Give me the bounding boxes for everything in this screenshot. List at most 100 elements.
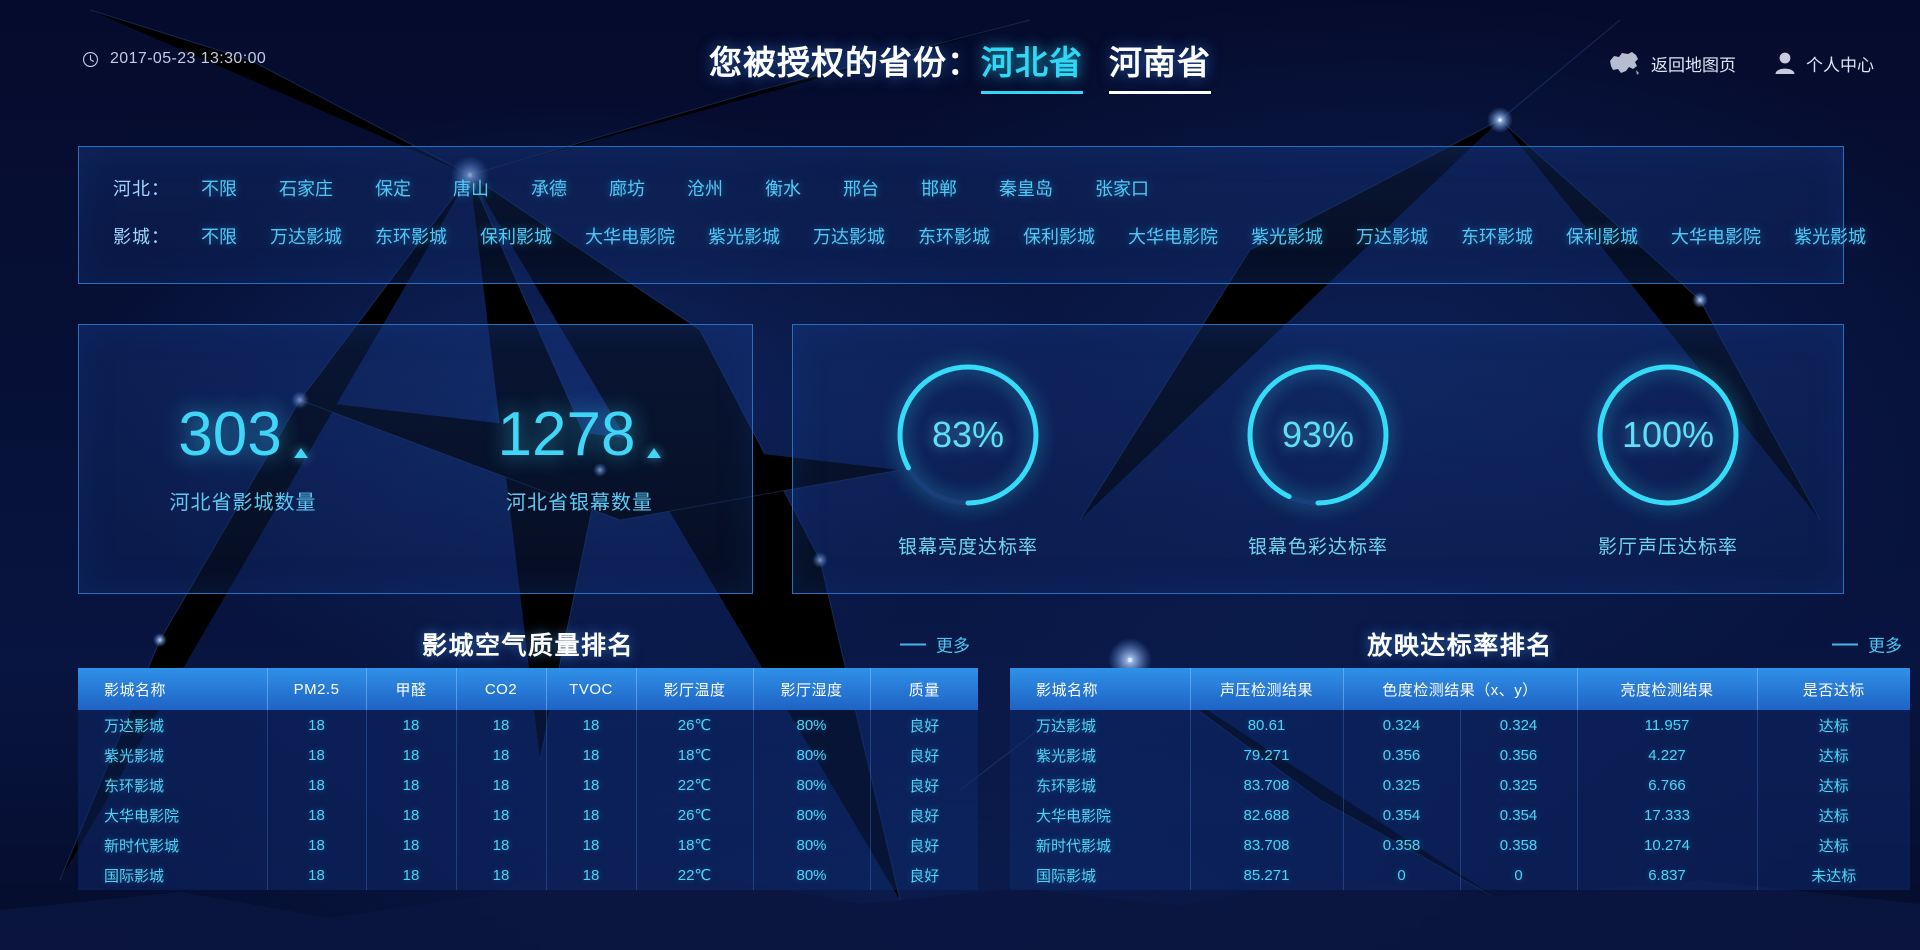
filter-cinema-option-12[interactable]: 东环影城 [1461,223,1533,249]
back-to-map-button[interactable]: 返回地图页 [1607,50,1736,76]
table-row[interactable]: 大华电影院 18 18 18 18 26℃ 80% 良好 [78,800,978,830]
cell: 80% [753,860,871,890]
filter-cinema-option-8[interactable]: 保利影城 [1023,223,1095,249]
cell: 80.61 [1190,710,1344,740]
cell: 83.708 [1190,830,1344,860]
air-quality-table: 影城名称 PM2.5 甲醛 CO2 TVOC 影厅温度 影厅湿度 质量 万达影城 18 18 18 1… [78,668,978,890]
cell: 18 [546,770,637,800]
cell: 大华电影院 [1010,800,1191,830]
province-tab-henan[interactable]: 河南省 [1109,36,1211,94]
air-quality-table-body: 万达影城 18 18 18 18 26℃ 80% 良好 紫光影城 18 18 18 18 18℃ 80% 良好… [78,710,978,890]
table-row[interactable]: 万达影城 80.61 0.324 0.324 11.957 达标 [1010,710,1910,740]
table-row[interactable]: 万达影城 18 18 18 18 26℃ 80% 良好 [78,710,978,740]
cell: 80% [753,770,871,800]
cell: 26℃ [636,800,754,830]
screening-table-head-row: 影城名称 声压检测结果 色度检测结果（x、y） 亮度检测结果 是否达标 [1010,668,1910,710]
filter-cinema-option-10[interactable]: 紫光影城 [1251,223,1323,249]
table-row[interactable]: 紫光影城 79.271 0.356 0.356 4.227 达标 [1010,740,1910,770]
col-header-0: 影城名称 [1010,668,1191,710]
china-map-icon [1610,52,1639,75]
cell: 17.333 [1577,800,1758,830]
filter-cinema-option-7[interactable]: 东环影城 [918,223,990,249]
filter-cinema-option-5[interactable]: 紫光影城 [708,223,780,249]
dash-icon [900,643,926,645]
table-row[interactable]: 国际影城 18 18 18 18 22℃ 80% 良好 [78,860,978,890]
filter-city-option-1[interactable]: 石家庄 [279,175,333,201]
stat-cinema-count-label: 河北省影城数量 [169,491,317,514]
filter-city-option-7[interactable]: 衡水 [765,175,801,201]
cell: 新时代影城 [1010,830,1191,860]
filter-options-city: 不限 石家庄 保定 唐山 承德 廊坊 沧州 衡水 邢台 邯郸 秦皇岛 张家口 [201,175,1191,201]
filter-cinema-option-2[interactable]: 东环影城 [375,223,447,249]
filter-cinema-option-1[interactable]: 万达影城 [270,223,342,249]
col-header-0: 影城名称 [78,668,268,710]
filter-city-option-2[interactable]: 保定 [375,175,411,201]
screening-table: 影城名称 声压检测结果 色度检测结果（x、y） 亮度检测结果 是否达标 万达影城 80.6… [1010,668,1910,890]
cell: 82.688 [1190,800,1344,830]
air-quality-more-link[interactable]: 更多 [900,632,970,657]
filter-city-option-4[interactable]: 承德 [531,175,567,201]
filter-cinema-option-3[interactable]: 保利影城 [480,223,552,249]
filter-city-option-10[interactable]: 秦皇岛 [999,175,1053,201]
cell: 18 [267,740,367,770]
cell: 达标 [1818,837,1849,855]
table-row[interactable]: 紫光影城 18 18 18 18 18℃ 80% 良好 [78,740,978,770]
filter-cinema-option-11[interactable]: 万达影城 [1356,223,1428,249]
province-tab-hebei[interactable]: 河北省 [981,36,1083,94]
user-center-button[interactable]: 个人中心 [1774,51,1874,76]
cell: 良好 [909,777,940,795]
filter-row-cinema: 影城： 不限 万达影城 东环影城 保利影城 大华电影院 紫光影城 万达影城 东环影城 保利影城 大… [113,223,1866,249]
cell: 0.354 [1343,800,1461,830]
table-row[interactable]: 新时代影城 18 18 18 18 18℃ 80% 良好 [78,830,978,860]
filter-cinema-option-9[interactable]: 大华电影院 [1128,223,1218,249]
cell: 18 [267,800,367,830]
cell: 80% [753,800,871,830]
col-header-3: CO2 [456,668,547,710]
filter-cinema-option-0[interactable]: 不限 [201,223,237,249]
filter-cinema-option-4[interactable]: 大华电影院 [585,223,675,249]
cell: 良好 [909,747,940,765]
filter-city-option-6[interactable]: 沧州 [687,175,723,201]
filter-city-option-8[interactable]: 邢台 [843,175,879,201]
gauge-label-2: 影厅声压达标率 [1597,537,1738,558]
filter-city-option-9[interactable]: 邯郸 [921,175,957,201]
filter-city-option-5[interactable]: 廊坊 [609,175,645,201]
cell: 达标 [1818,747,1849,765]
table-row[interactable]: 大华电影院 82.688 0.354 0.354 17.333 达标 [1010,800,1910,830]
cell: 新时代影城 [78,830,268,860]
col-header-5: 影厅温度 [636,668,754,710]
table-row[interactable]: 东环影城 18 18 18 18 22℃ 80% 良好 [78,770,978,800]
table-row[interactable]: 国际影城 85.271 0 0 6.837 未达标 [1010,860,1910,890]
cell: 良好 [909,837,940,855]
filter-city-option-3[interactable]: 唐山 [453,175,489,201]
cell: 良好 [909,717,940,735]
cell: 国际影城 [78,860,268,890]
screening-header: 放映达标率排名 更多 [1010,620,1910,668]
air-quality-ranking-block: 影城空气质量排名 更多 影城名称 PM2.5 甲醛 CO2 TVOC 影厅温度 影厅湿度 质量… [78,620,978,890]
filter-cinema-option-15[interactable]: 紫光影城 [1794,223,1866,249]
cell: 18 [366,770,457,800]
cell: 18 [366,710,457,740]
gauges-panel: 83% 银幕亮度达标率 93% 银幕色彩达标率 100% 影厅声压达标率 [792,324,1844,594]
filter-cinema-option-6[interactable]: 万达影城 [813,223,885,249]
filter-cinema-option-13[interactable]: 保利影城 [1566,223,1638,249]
col-header-6: 影厅湿度 [753,668,871,710]
table-row[interactable]: 东环影城 83.708 0.325 0.325 6.766 达标 [1010,770,1910,800]
cell: 18 [456,830,547,860]
filter-city-option-11[interactable]: 张家口 [1095,175,1149,201]
stat-cinema-count: 303 河北省影城数量 [169,403,317,515]
cell: 18 [546,740,637,770]
cell: 18 [366,830,457,860]
screening-more-link[interactable]: 更多 [1832,632,1902,657]
cell: 0.325 [1460,770,1578,800]
air-quality-table-head-row: 影城名称 PM2.5 甲醛 CO2 TVOC 影厅温度 影厅湿度 质量 [78,668,978,710]
cell: 18 [267,860,367,890]
cell: 达标 [1818,777,1849,795]
filter-city-option-0[interactable]: 不限 [201,175,237,201]
filter-label-cinema: 影城： [113,227,170,247]
cell: 紫光影城 [78,740,268,770]
filter-cinema-option-14[interactable]: 大华电影院 [1671,223,1761,249]
cell: 0.325 [1343,770,1461,800]
cell: 0 [1343,860,1461,890]
table-row[interactable]: 新时代影城 83.708 0.358 0.358 10.274 达标 [1010,830,1910,860]
